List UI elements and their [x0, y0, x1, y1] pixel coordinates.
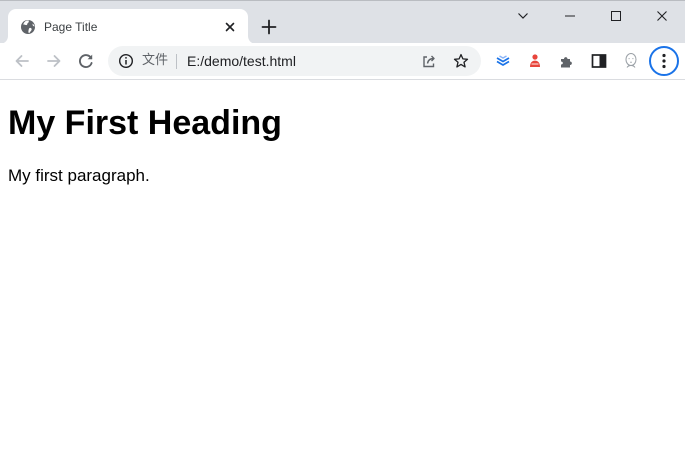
browser-menu-button[interactable]	[649, 46, 679, 76]
page-heading: My First Heading	[8, 104, 282, 142]
globe-icon	[21, 20, 35, 34]
maximize-button[interactable]	[593, 1, 639, 32]
profile-avatar-icon[interactable]	[621, 51, 641, 71]
file-scheme-label: 文件	[142, 53, 169, 68]
address-bar[interactable]: 文件 E:/demo/test.html	[108, 46, 481, 76]
maximize-icon	[611, 11, 621, 21]
bookmark-star-icon[interactable]	[453, 53, 469, 69]
new-tab-icon[interactable]	[259, 17, 279, 37]
info-icon[interactable]	[118, 53, 134, 69]
browser-toolbar: 文件 E:/demo/test.html	[0, 43, 685, 80]
tab-strip: Page Title	[0, 0, 685, 44]
page-paragraph: My first paragraph.	[8, 166, 150, 185]
stack-extension-icon[interactable]	[493, 51, 513, 71]
close-icon	[657, 11, 667, 21]
tab-close-icon[interactable]	[222, 19, 238, 35]
forward-arrow-icon[interactable]	[44, 51, 64, 71]
url-text[interactable]: E:/demo/test.html	[187, 52, 296, 70]
browser-tab[interactable]: Page Title	[8, 9, 248, 44]
page-viewport: My First Heading My first paragraph.	[0, 81, 685, 464]
tab-title: Page Title	[44, 20, 98, 34]
window-close-button[interactable]	[639, 1, 685, 32]
omnibox-separator	[176, 54, 177, 69]
side-panel-icon[interactable]	[589, 51, 609, 71]
back-arrow-icon[interactable]	[12, 51, 32, 71]
person-extension-icon[interactable]	[525, 51, 545, 71]
more-vert-icon	[662, 53, 666, 69]
chevron-down-icon	[518, 13, 528, 19]
minimize-button[interactable]	[547, 1, 593, 32]
reload-icon[interactable]	[76, 51, 96, 71]
minimize-icon	[565, 15, 575, 17]
share-icon[interactable]	[421, 53, 437, 69]
tab-search-button[interactable]	[500, 1, 546, 32]
puzzle-icon[interactable]	[557, 51, 577, 71]
